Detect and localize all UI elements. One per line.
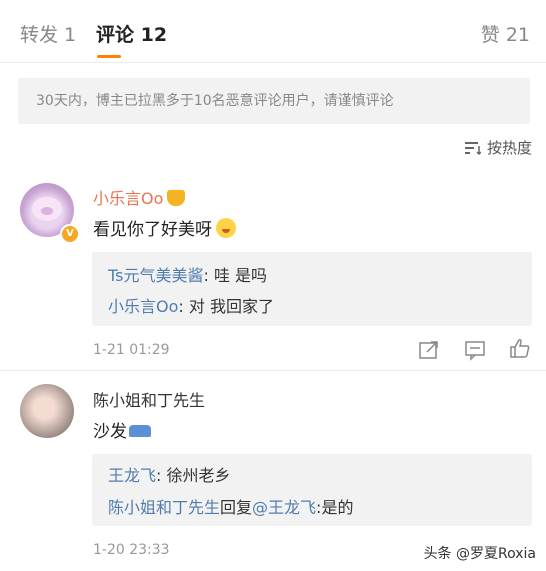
repost-icon[interactable] [418,339,440,361]
pig-avatar-icon [32,197,62,221]
sort-icon [464,141,481,155]
thumbs-up-icon[interactable] [509,337,531,359]
reply-user-link[interactable]: Ts元气美美酱 [108,266,203,285]
comment-username[interactable]: 陈小姐和丁先生 [93,387,205,411]
reply-text: : 哇 是吗 [203,266,268,285]
member-crown-icon [167,190,186,206]
comment-body: 沙发 [93,422,127,442]
reply-user-link[interactable]: 王龙飞 [108,466,156,485]
sort-by-hot-button[interactable]: 按热度 [464,137,532,158]
reply-list[interactable]: 王龙飞: 徐州老乡 陈小姐和丁先生回复@王龙飞:是的 [92,454,532,526]
reply-item: Ts元气美美酱: 哇 是吗 [108,262,267,286]
tab-like[interactable]: 赞 21 [481,20,530,47]
username-text: 小乐言Oo [93,189,164,208]
comment-time: 1-21 01:29 [93,342,170,358]
tab-repost[interactable]: 转发 1 [20,20,76,47]
reply-item: 小乐言Oo: 对 我回家了 [108,293,274,317]
tab-bar: 转发 1 评论 12 赞 21 [0,0,546,63]
reply-item: 陈小姐和丁先生回复@王龙飞:是的 [108,494,353,518]
comment-text: 沙发 [93,417,151,442]
mention-link[interactable]: @王龙飞 [252,498,316,517]
reply-list[interactable]: Ts元气美美酱: 哇 是吗 小乐言Oo: 对 我回家了 [92,252,532,326]
reply-text: : 对 我回家了 [178,297,274,316]
comment-icon[interactable] [464,339,486,361]
comment-username[interactable]: 小乐言Oo [93,185,186,209]
comment-divider [0,370,546,371]
reply-text: :是的 [316,498,354,517]
watermark: 头条 @罗夏Roxia [423,546,536,562]
comment-text: 看见你了好美呀 [93,215,236,240]
tab-comment[interactable]: 评论 12 [96,20,167,47]
comment-notice: 30天内，博主已拉黑多于10名恶意评论用户，请谨慎评论 [18,78,530,124]
smile-emoji-icon [216,218,236,238]
avatar[interactable] [20,384,74,438]
comment-body: 看见你了好美呀 [93,220,212,240]
reply-user-link[interactable]: 陈小姐和丁先生 [108,498,220,517]
reply-verb: 回复 [220,498,253,517]
sort-label: 按热度 [486,139,532,157]
verified-badge-icon: V [60,224,80,244]
reply-item: 王龙飞: 徐州老乡 [108,462,231,486]
sofa-emoji-icon [129,425,151,437]
reply-user-link[interactable]: 小乐言Oo [108,297,178,316]
comment-time: 1-20 23:33 [93,542,170,558]
active-tab-indicator [97,55,121,58]
reply-text: : 徐州老乡 [156,466,231,485]
